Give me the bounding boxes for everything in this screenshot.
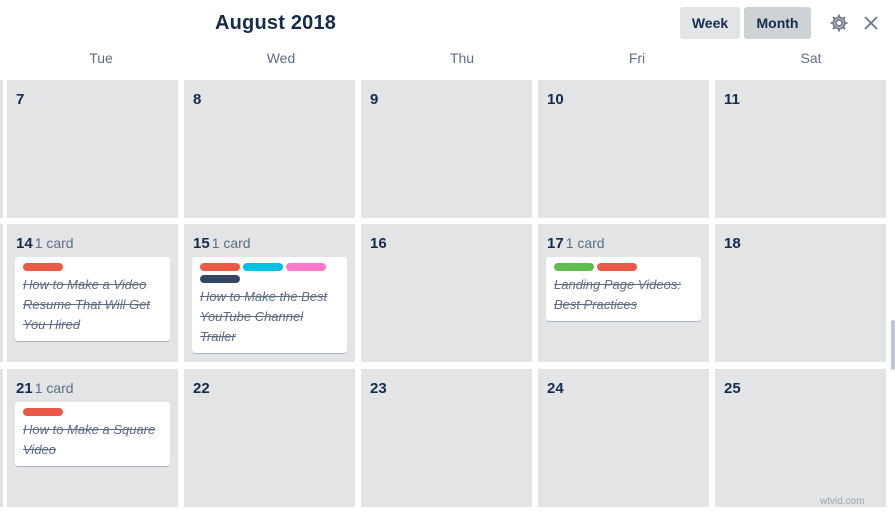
calendar-day-cell[interactable]: 16 — [361, 224, 532, 362]
calendar-day-cell[interactable]: 14 1 card How to Make a Video Resume That … — [7, 224, 178, 362]
calendar-day-cell[interactable]: 23 — [361, 369, 532, 507]
day-header: 16 — [370, 235, 387, 253]
day-header: 24 — [547, 380, 564, 398]
day-number: 15 — [193, 235, 210, 252]
day-number: 8 — [193, 91, 202, 108]
card-count: 1 card — [34, 235, 74, 251]
day-header: 15 1 card — [193, 235, 251, 253]
day-header: 22 — [193, 380, 210, 398]
day-header: 9 — [370, 91, 378, 109]
calendar-day-cell[interactable]: 25 — [715, 369, 886, 507]
card-label — [23, 263, 63, 271]
card-title: How to Make a Square Video — [23, 422, 156, 457]
day-number: 7 — [16, 91, 25, 108]
card-labels — [200, 263, 339, 287]
calendar-day-cell[interactable]: 15 1 card How to Make the Best YouTube Cha… — [184, 224, 355, 362]
close-icon[interactable] — [860, 12, 882, 34]
day-header: 17 1 card — [547, 235, 605, 253]
calendar-day-cell[interactable]: 21 1 card How to Make a Square Video — [7, 369, 178, 507]
month-view-button[interactable]: Month — [744, 7, 811, 39]
calendar-day-cell[interactable]: 24 — [538, 369, 709, 507]
day-header: 8 — [193, 91, 201, 109]
calendar-day-cell[interactable]: 10 — [538, 80, 709, 218]
calendar-card[interactable]: How to Make a Video Resume That Will Get… — [15, 257, 170, 341]
day-header: 10 — [547, 91, 564, 109]
day-number: 14 — [16, 235, 33, 252]
day-header: 18 — [724, 235, 741, 253]
card-label — [554, 263, 594, 271]
calendar-header: August 2018 Week Month — [0, 0, 895, 48]
week-view-button[interactable]: Week — [680, 7, 740, 39]
calendar-card[interactable]: How to Make a Square Video — [15, 402, 170, 466]
day-number: 11 — [724, 91, 740, 108]
card-labels — [23, 263, 162, 275]
calendar-day-cell[interactable]: 9 — [361, 80, 532, 218]
previous-day-edge — [0, 369, 3, 507]
card-label — [200, 275, 240, 283]
card-title: Landing Page Videos: Best Practices — [554, 277, 681, 312]
card-title: How to Make a Video Resume That Will Get… — [23, 277, 151, 332]
day-number: 24 — [547, 380, 564, 397]
day-of-week-label: Wed — [266, 50, 296, 66]
gear-icon[interactable] — [828, 12, 850, 34]
day-header: 25 — [724, 380, 741, 398]
day-header: 11 — [724, 91, 740, 109]
calendar-day-cell[interactable]: 8 — [184, 80, 355, 218]
card-label — [23, 408, 63, 416]
card-labels — [554, 263, 693, 275]
day-number: 9 — [370, 91, 379, 108]
day-of-week-label: Fri — [628, 50, 646, 66]
day-number: 25 — [724, 380, 741, 397]
month-title: August 2018 — [215, 12, 337, 34]
day-header: 21 1 card — [16, 380, 74, 398]
day-number: 23 — [370, 380, 387, 397]
day-of-week-header: Tue Wed Thu Fri Sat — [0, 50, 895, 72]
previous-day-edge — [0, 80, 3, 218]
day-of-week-label: Thu — [449, 50, 475, 66]
day-header: 23 — [370, 380, 387, 398]
day-header: 14 1 card — [16, 235, 74, 253]
card-label — [243, 263, 283, 271]
scrollbar-thumb[interactable] — [891, 320, 895, 370]
calendar-day-cell[interactable]: 22 — [184, 369, 355, 507]
day-of-week-label: Tue — [89, 50, 113, 66]
day-number: 21 — [16, 380, 33, 397]
calendar-day-cell[interactable]: 17 1 card Landing Page Videos: Best Practi… — [538, 224, 709, 362]
card-title: How to Make the Best YouTube Channel Tra… — [200, 289, 328, 344]
calendar-card[interactable]: How to Make the Best YouTube Channel Tra… — [192, 257, 347, 353]
card-count: 1 card — [565, 235, 605, 251]
card-label — [200, 263, 240, 271]
previous-day-edge — [0, 224, 3, 362]
card-count: 1 card — [34, 380, 74, 396]
day-number: 10 — [547, 91, 564, 108]
calendar-day-cell[interactable]: 11 — [715, 80, 886, 218]
calendar-day-cell[interactable]: 7 — [7, 80, 178, 218]
calendar-day-cell[interactable]: 18 — [715, 224, 886, 362]
watermark: wtvid.com — [820, 496, 865, 507]
day-number: 17 — [547, 235, 564, 252]
day-number: 22 — [193, 380, 210, 397]
card-count: 1 card — [211, 235, 251, 251]
day-number: 16 — [370, 235, 387, 252]
day-header: 7 — [16, 91, 24, 109]
card-label — [286, 263, 326, 271]
calendar-card[interactable]: Landing Page Videos: Best Practices — [546, 257, 701, 321]
card-label — [597, 263, 637, 271]
day-of-week-label: Sat — [800, 50, 822, 66]
card-labels — [23, 408, 162, 420]
day-number: 18 — [724, 235, 741, 252]
